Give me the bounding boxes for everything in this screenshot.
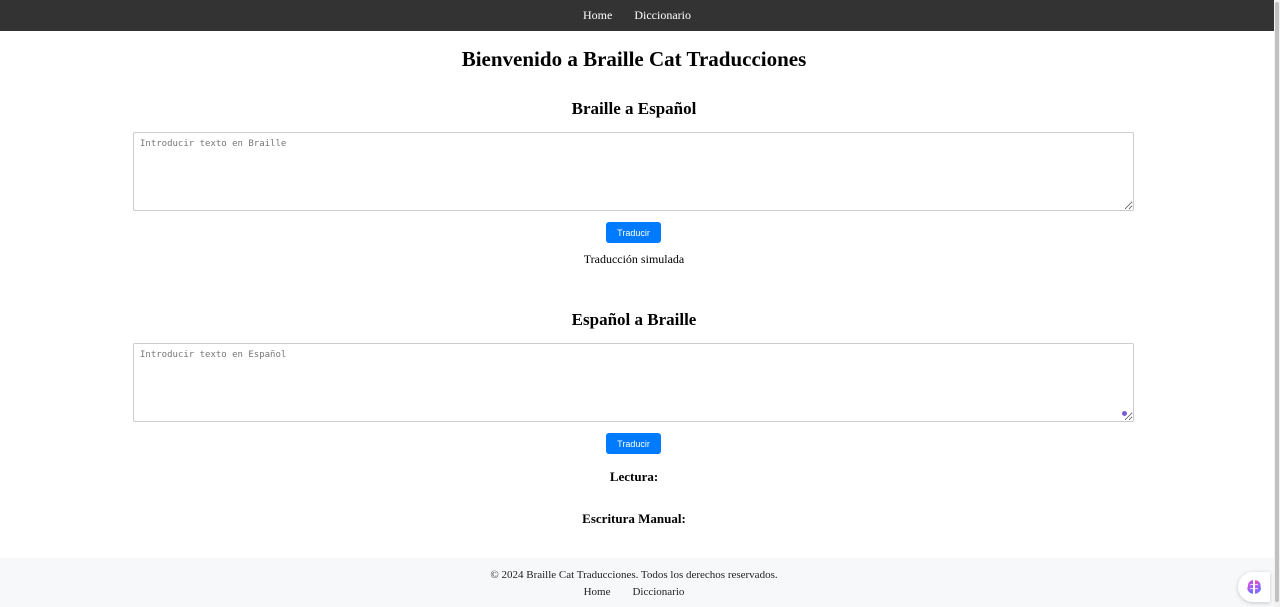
translate-braille-button[interactable]: Traducir: [606, 222, 661, 243]
translate-spanish-button[interactable]: Traducir: [606, 433, 661, 454]
page-scrollbar[interactable]: [1274, 0, 1280, 607]
page-footer: © 2024 Braille Cat Traducciones. Todos l…: [0, 558, 1274, 607]
footer-nav: Home Diccionario: [0, 586, 1268, 598]
footer-copyright: © 2024 Braille Cat Traducciones. Todos l…: [490, 569, 778, 581]
spanish-to-braille-title: Español a Braille: [571, 310, 697, 329]
grammar-indicator-dot: [1122, 411, 1127, 416]
top-navbar: Home Diccionario: [0, 0, 1274, 31]
nav-link-diccionario[interactable]: Diccionario: [634, 8, 691, 23]
page-title: Bienvenido a Braille Cat Traducciones: [461, 47, 807, 71]
footer-link-diccionario[interactable]: Diccionario: [632, 586, 684, 598]
manual-writing-label: Escritura Manual:: [582, 511, 686, 526]
assistant-brain-icon: [1247, 580, 1261, 594]
spanish-input[interactable]: [133, 343, 1134, 422]
scrollbar-thumb[interactable]: [1275, 2, 1279, 602]
braille-input[interactable]: [133, 132, 1134, 211]
footer-link-home[interactable]: Home: [584, 586, 611, 598]
nav-link-home[interactable]: Home: [583, 8, 612, 23]
braille-to-spanish-title: Braille a Español: [571, 99, 697, 118]
braille-translation-result: Traducción simulada: [583, 252, 685, 266]
assistant-button[interactable]: [1238, 572, 1270, 602]
reading-label: Lectura:: [609, 469, 659, 484]
